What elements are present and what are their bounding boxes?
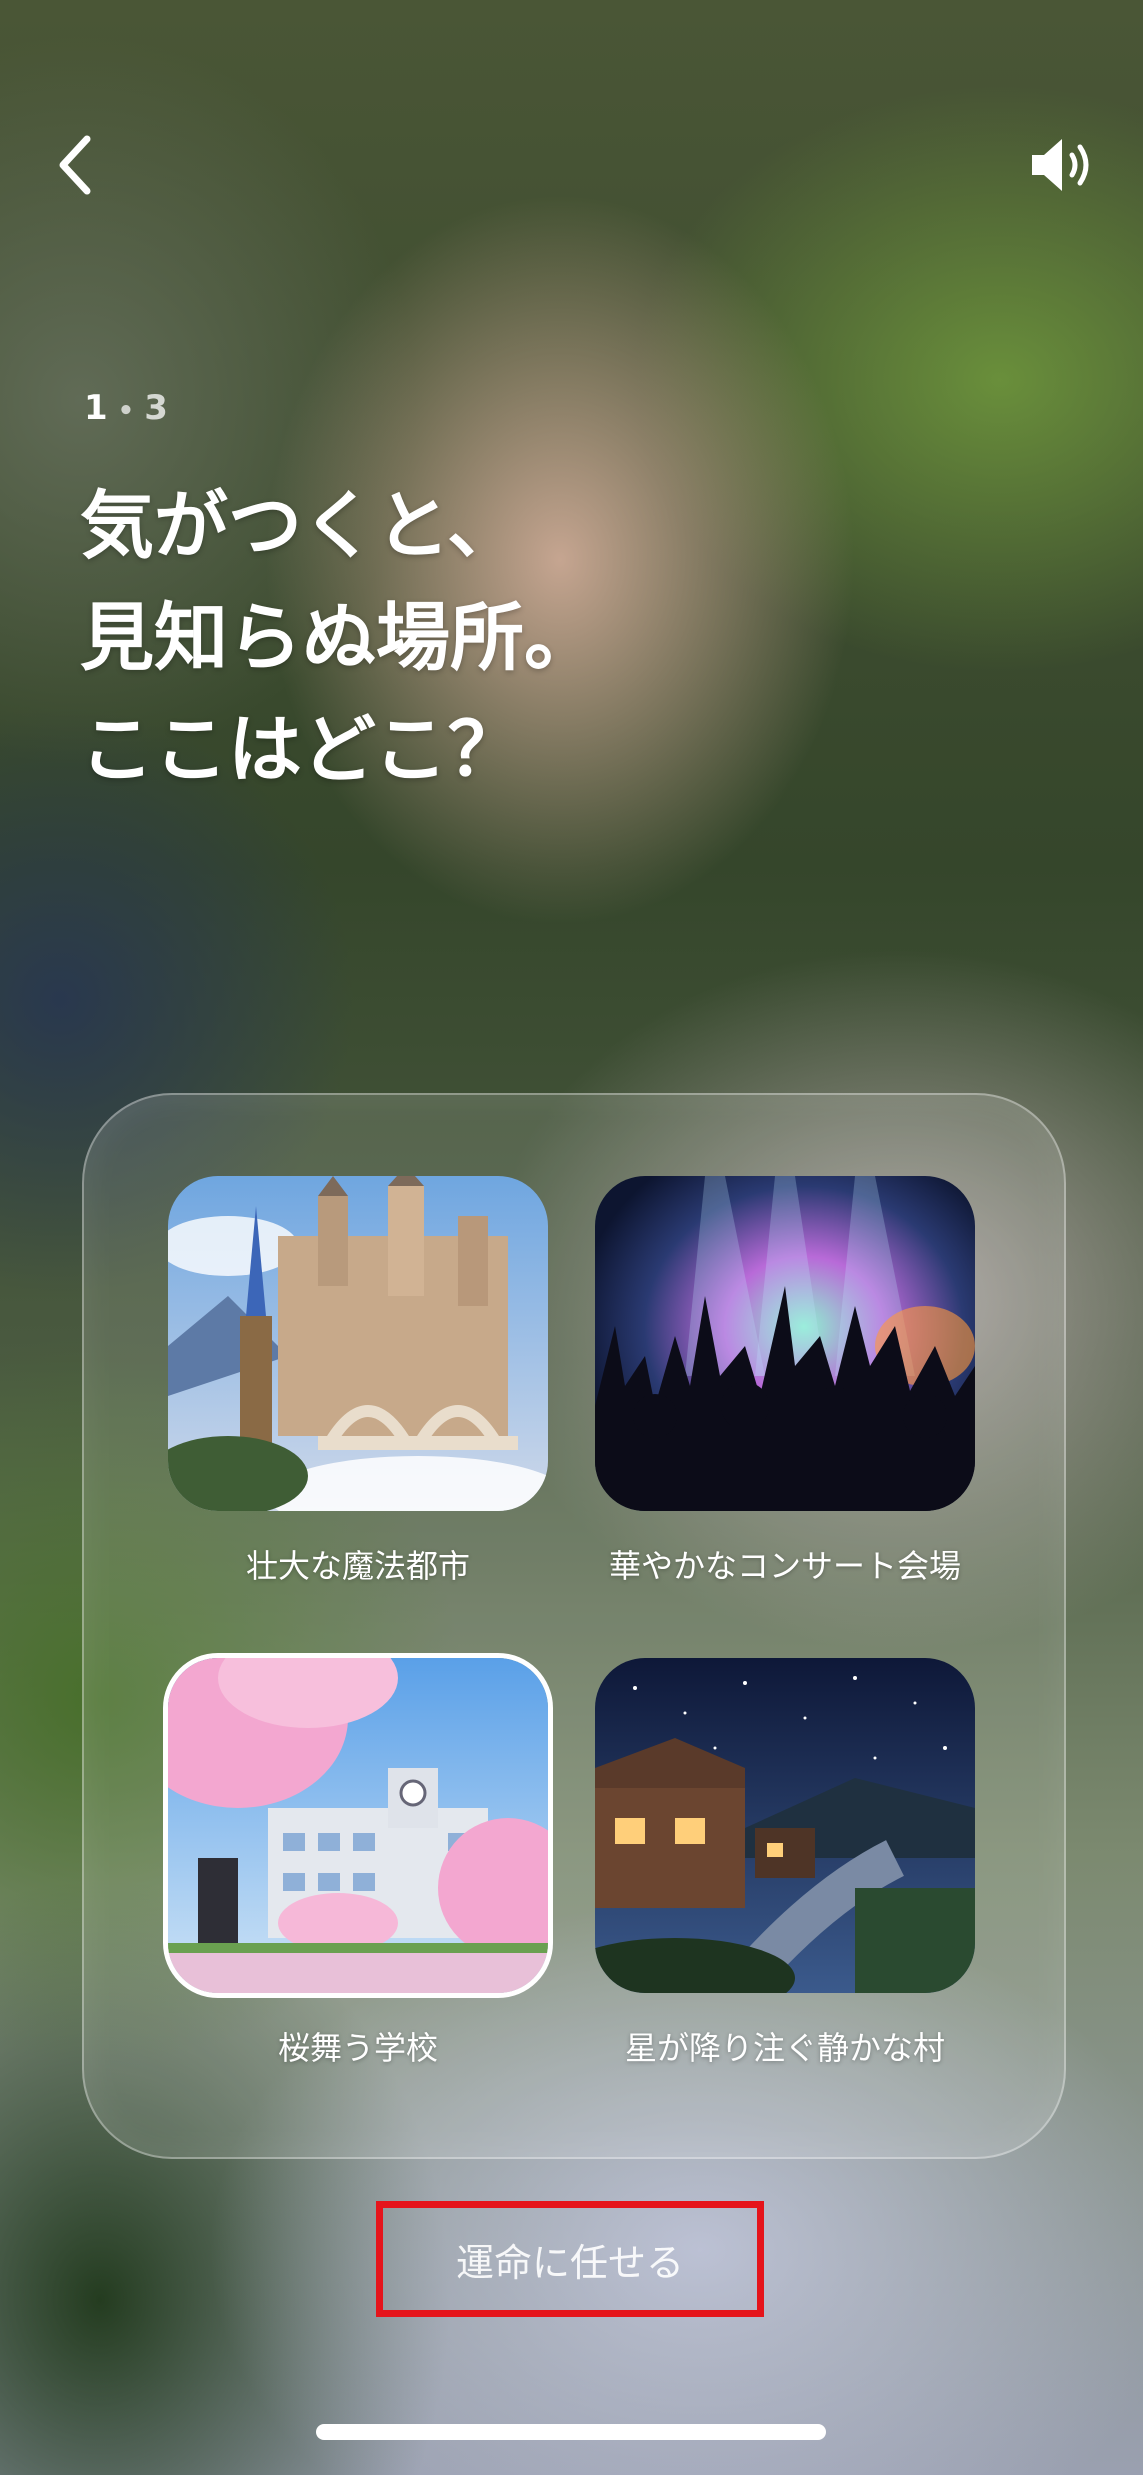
step-total: 3	[144, 388, 170, 428]
question-line-2: 見知らぬ場所。	[80, 595, 598, 681]
speaker-volume-icon	[1032, 139, 1089, 191]
leave-to-fate-button[interactable]: 運命に任せる	[376, 2201, 764, 2317]
chevron-left-icon	[59, 135, 91, 195]
option-label: 壮大な魔法都市	[245, 1547, 470, 1585]
question-line-1: 気がつくと、	[80, 483, 522, 569]
top-bar	[0, 0, 1143, 260]
option-concert-hall[interactable]: 華やかなコンサート会場	[595, 1176, 975, 1587]
step-separator: •	[117, 396, 137, 426]
sakura-school-image	[168, 1658, 548, 1993]
option-label: 華やかなコンサート会場	[608, 1547, 961, 1585]
option-label: 桜舞う学校	[277, 2029, 438, 2067]
option-label: 星が降り注ぐ静かな村	[624, 2029, 945, 2067]
question-line-3: ここはどこ？	[80, 707, 522, 793]
sound-button[interactable]	[1023, 120, 1103, 210]
back-button[interactable]	[40, 120, 110, 210]
question-title: 気がつくと、 見知らぬ場所。 ここはどこ？	[80, 470, 1080, 806]
option-sakura-school[interactable]: 桜舞う学校	[168, 1658, 548, 2069]
option-starry-village[interactable]: 星が降り注ぐ静かな村	[595, 1658, 975, 2069]
step-indicator: 1 • 3	[84, 388, 170, 428]
step-current: 1	[84, 388, 110, 428]
magic-city-image	[168, 1176, 548, 1511]
option-magic-city[interactable]: 壮大な魔法都市	[168, 1176, 548, 1587]
home-indicator[interactable]	[316, 2424, 826, 2440]
concert-image	[595, 1176, 975, 1511]
starry-village-image	[595, 1658, 975, 1993]
